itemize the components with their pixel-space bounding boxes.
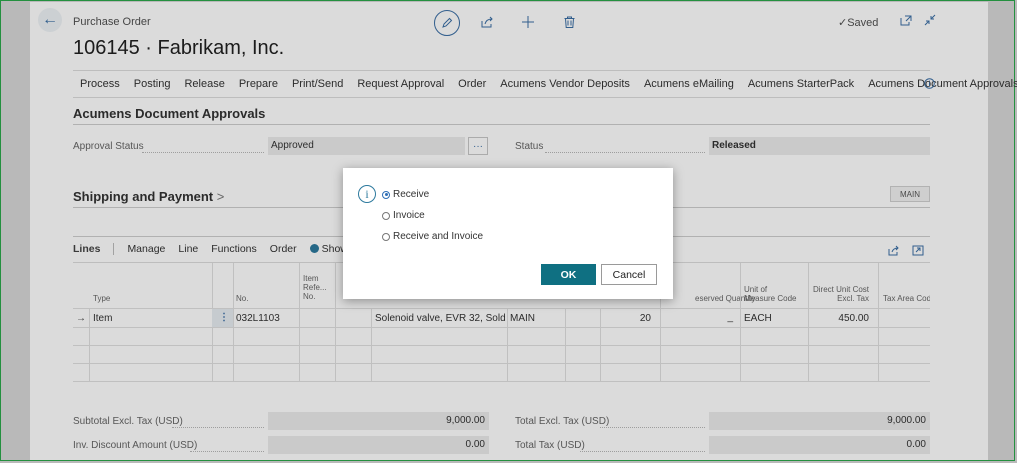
option-invoice[interactable]: Invoice	[382, 210, 425, 221]
option-receive-label: Receive	[393, 189, 430, 200]
option-receive[interactable]: Receive	[382, 189, 429, 200]
info-icon: i	[358, 185, 376, 203]
option-receive-and-invoice-label: Receive and Invoice	[393, 231, 484, 242]
cancel-button[interactable]: Cancel	[601, 264, 657, 285]
radio-invoice[interactable]	[382, 211, 390, 220]
option-invoice-label: Invoice	[393, 210, 425, 221]
radio-receive[interactable]	[382, 190, 390, 199]
option-receive-and-invoice[interactable]: Receive and Invoice	[382, 231, 483, 242]
post-options-dialog: i Receive Invoice Receive and Invoice OK…	[343, 168, 673, 299]
ok-button[interactable]: OK	[541, 264, 596, 285]
radio-receive-and-invoice[interactable]	[382, 232, 390, 241]
